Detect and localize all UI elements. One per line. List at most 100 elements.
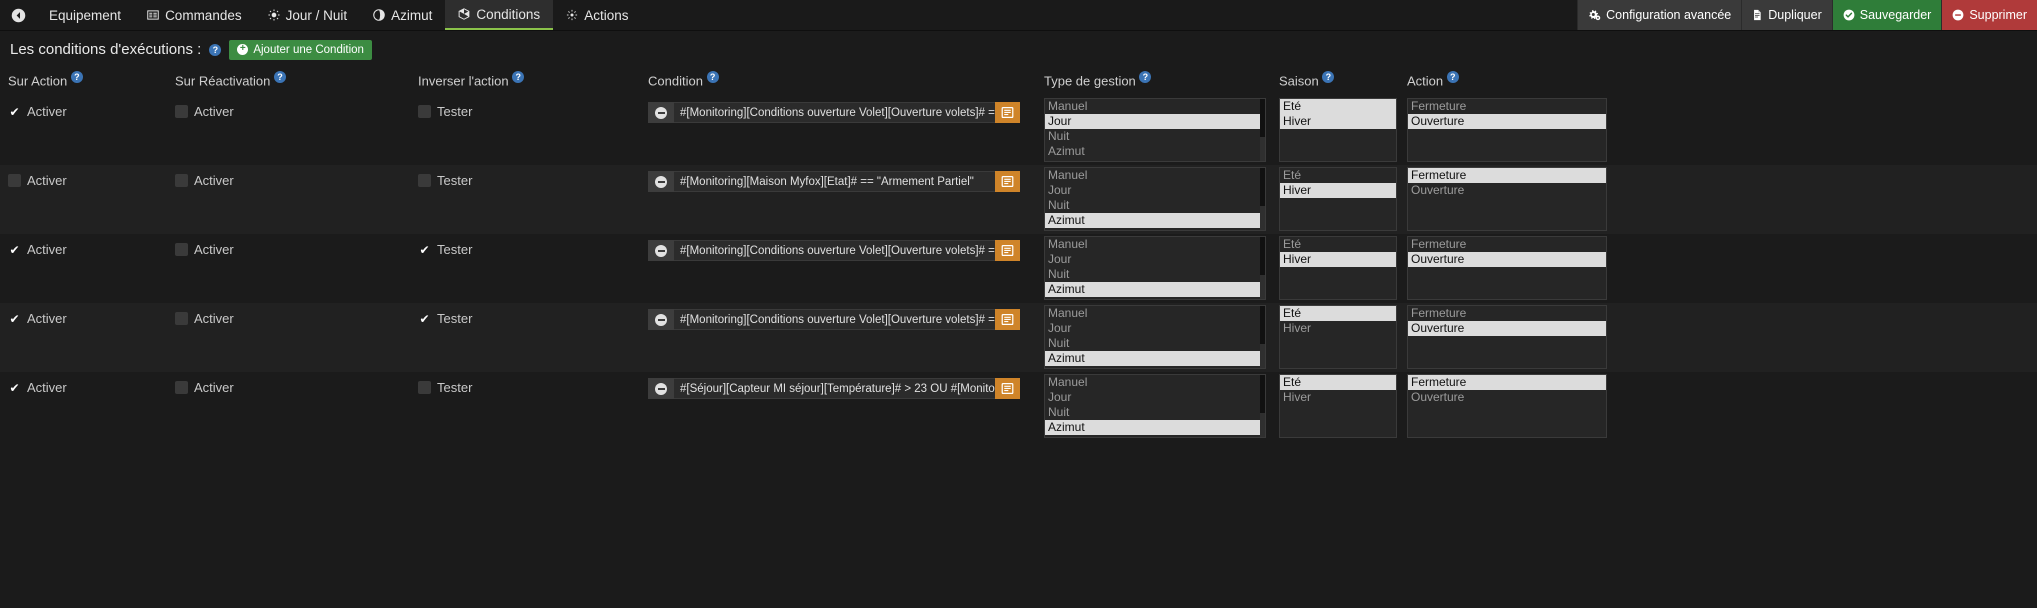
back-button[interactable] [0, 0, 36, 30]
saison-option[interactable]: Eté [1280, 375, 1396, 390]
type-de-gestion-select[interactable]: Manuel Jour Nuit Azimut [1044, 98, 1266, 162]
action-option[interactable]: Ouverture [1408, 321, 1606, 336]
scrollbar-track[interactable] [1260, 306, 1265, 368]
scrollbar-thumb[interactable] [1260, 237, 1265, 275]
nav-item-equipement[interactable]: Equipement [36, 0, 134, 30]
condition-picker-button[interactable] [995, 171, 1020, 192]
checkbox[interactable] [418, 381, 431, 394]
scrollbar-thumb[interactable] [1260, 375, 1265, 413]
type-de-gestion-option[interactable]: Azimut [1045, 282, 1265, 297]
sur-action-checkbox[interactable]: Activer [8, 96, 175, 119]
type-de-gestion-option[interactable]: Manuel [1045, 168, 1265, 183]
checkbox[interactable] [175, 174, 188, 187]
type-de-gestion-option[interactable]: Jour [1045, 321, 1265, 336]
action-option[interactable]: Fermeture [1408, 237, 1606, 252]
nav-item-azimut[interactable]: Azimut [360, 0, 445, 30]
type-de-gestion-option[interactable]: Nuit [1045, 129, 1265, 144]
type-de-gestion-option[interactable]: Nuit [1045, 336, 1265, 351]
condition-input[interactable]: #[Séjour][Capteur MI séjour][Température… [674, 378, 995, 399]
type-de-gestion-option[interactable]: Jour [1045, 252, 1265, 267]
action-select[interactable]: Fermeture Ouverture [1407, 167, 1607, 231]
action-option[interactable]: Ouverture [1408, 252, 1606, 267]
inverser-action-checkbox[interactable]: Tester [418, 96, 648, 119]
toolbar-button-supprimer[interactable]: Supprimer [1941, 0, 2037, 30]
checkbox[interactable] [418, 174, 431, 187]
remove-condition-button[interactable] [648, 240, 674, 261]
action-option[interactable]: Fermeture [1408, 99, 1606, 114]
sur-action-checkbox[interactable]: Activer [8, 234, 175, 257]
condition-input[interactable]: #[Monitoring][Conditions ouverture Volet… [674, 240, 995, 261]
type-de-gestion-option[interactable]: Jour [1045, 183, 1265, 198]
checkbox[interactable] [8, 243, 21, 256]
checkbox[interactable] [8, 381, 21, 394]
remove-condition-button[interactable] [648, 171, 674, 192]
saison-select[interactable]: Eté Hiver [1279, 236, 1397, 300]
type-de-gestion-option[interactable]: Azimut [1045, 351, 1265, 366]
toolbar-button-configuration-avanc-e[interactable]: Configuration avancée [1577, 0, 1742, 30]
action-select[interactable]: Fermeture Ouverture [1407, 305, 1607, 369]
toolbar-button-dupliquer[interactable]: Dupliquer [1741, 0, 1832, 30]
help-icon[interactable]: ? [1322, 71, 1335, 83]
type-de-gestion-option[interactable]: Manuel [1045, 375, 1265, 390]
checkbox[interactable] [418, 105, 431, 118]
saison-option[interactable]: Eté [1280, 237, 1396, 252]
saison-select[interactable]: Eté Hiver [1279, 374, 1397, 438]
condition-input[interactable]: #[Monitoring][Conditions ouverture Volet… [674, 309, 995, 330]
checkbox[interactable] [175, 381, 188, 394]
checkbox[interactable] [175, 243, 188, 256]
saison-option[interactable]: Hiver [1280, 183, 1396, 198]
scrollbar-thumb[interactable] [1260, 99, 1265, 137]
action-option[interactable]: Fermeture [1408, 375, 1606, 390]
saison-option[interactable]: Hiver [1280, 114, 1396, 129]
help-icon[interactable]: ? [209, 43, 222, 56]
help-icon[interactable]: ? [70, 71, 83, 83]
saison-option[interactable]: Hiver [1280, 390, 1396, 405]
saison-select[interactable]: Eté Hiver [1279, 98, 1397, 162]
action-option[interactable]: Fermeture [1408, 306, 1606, 321]
scrollbar-track[interactable] [1260, 237, 1265, 299]
action-select[interactable]: Fermeture Ouverture [1407, 236, 1607, 300]
saison-option[interactable]: Eté [1280, 306, 1396, 321]
scrollbar-thumb[interactable] [1260, 306, 1265, 344]
type-de-gestion-option[interactable]: Nuit [1045, 267, 1265, 282]
checkbox[interactable] [175, 105, 188, 118]
type-de-gestion-option[interactable]: Manuel [1045, 306, 1265, 321]
scrollbar-track[interactable] [1260, 375, 1265, 437]
condition-picker-button[interactable] [995, 378, 1020, 399]
type-de-gestion-option[interactable]: Manuel [1045, 99, 1265, 114]
help-icon[interactable]: ? [1446, 71, 1459, 83]
inverser-action-checkbox[interactable]: Tester [418, 303, 648, 326]
checkbox[interactable] [418, 243, 431, 256]
sur-reactivation-checkbox[interactable]: Activer [175, 234, 418, 257]
type-de-gestion-select[interactable]: Manuel Jour Nuit Azimut [1044, 167, 1266, 231]
checkbox[interactable] [175, 312, 188, 325]
checkbox[interactable] [8, 312, 21, 325]
saison-select[interactable]: Eté Hiver [1279, 305, 1397, 369]
saison-option[interactable]: Eté [1280, 168, 1396, 183]
checkbox[interactable] [8, 174, 21, 187]
action-select[interactable]: Fermeture Ouverture [1407, 374, 1607, 438]
type-de-gestion-option[interactable]: Nuit [1045, 198, 1265, 213]
action-option[interactable]: Ouverture [1408, 183, 1606, 198]
type-de-gestion-option[interactable]: Manuel [1045, 237, 1265, 252]
inverser-action-checkbox[interactable]: Tester [418, 372, 648, 395]
saison-option[interactable]: Eté [1280, 99, 1396, 114]
condition-picker-button[interactable] [995, 240, 1020, 261]
condition-input[interactable]: #[Monitoring][Conditions ouverture Volet… [674, 102, 995, 123]
nav-item-jour-nuit[interactable]: Jour / Nuit [255, 0, 361, 30]
type-de-gestion-select[interactable]: Manuel Jour Nuit Azimut [1044, 374, 1266, 438]
sur-reactivation-checkbox[interactable]: Activer [175, 303, 418, 326]
sur-reactivation-checkbox[interactable]: Activer [175, 96, 418, 119]
saison-option[interactable]: Hiver [1280, 252, 1396, 267]
nav-item-conditions[interactable]: Conditions [445, 0, 554, 30]
checkbox[interactable] [418, 312, 431, 325]
sur-reactivation-checkbox[interactable]: Activer [175, 372, 418, 395]
remove-condition-button[interactable] [648, 102, 674, 123]
inverser-action-checkbox[interactable]: Tester [418, 165, 648, 188]
nav-item-actions[interactable]: Actions [553, 0, 641, 30]
scrollbar-thumb[interactable] [1260, 168, 1265, 206]
action-option[interactable]: Ouverture [1408, 114, 1606, 129]
help-icon[interactable]: ? [1139, 71, 1152, 83]
add-condition-button[interactable]: + Ajouter une Condition [229, 39, 372, 60]
saison-select[interactable]: Eté Hiver [1279, 167, 1397, 231]
